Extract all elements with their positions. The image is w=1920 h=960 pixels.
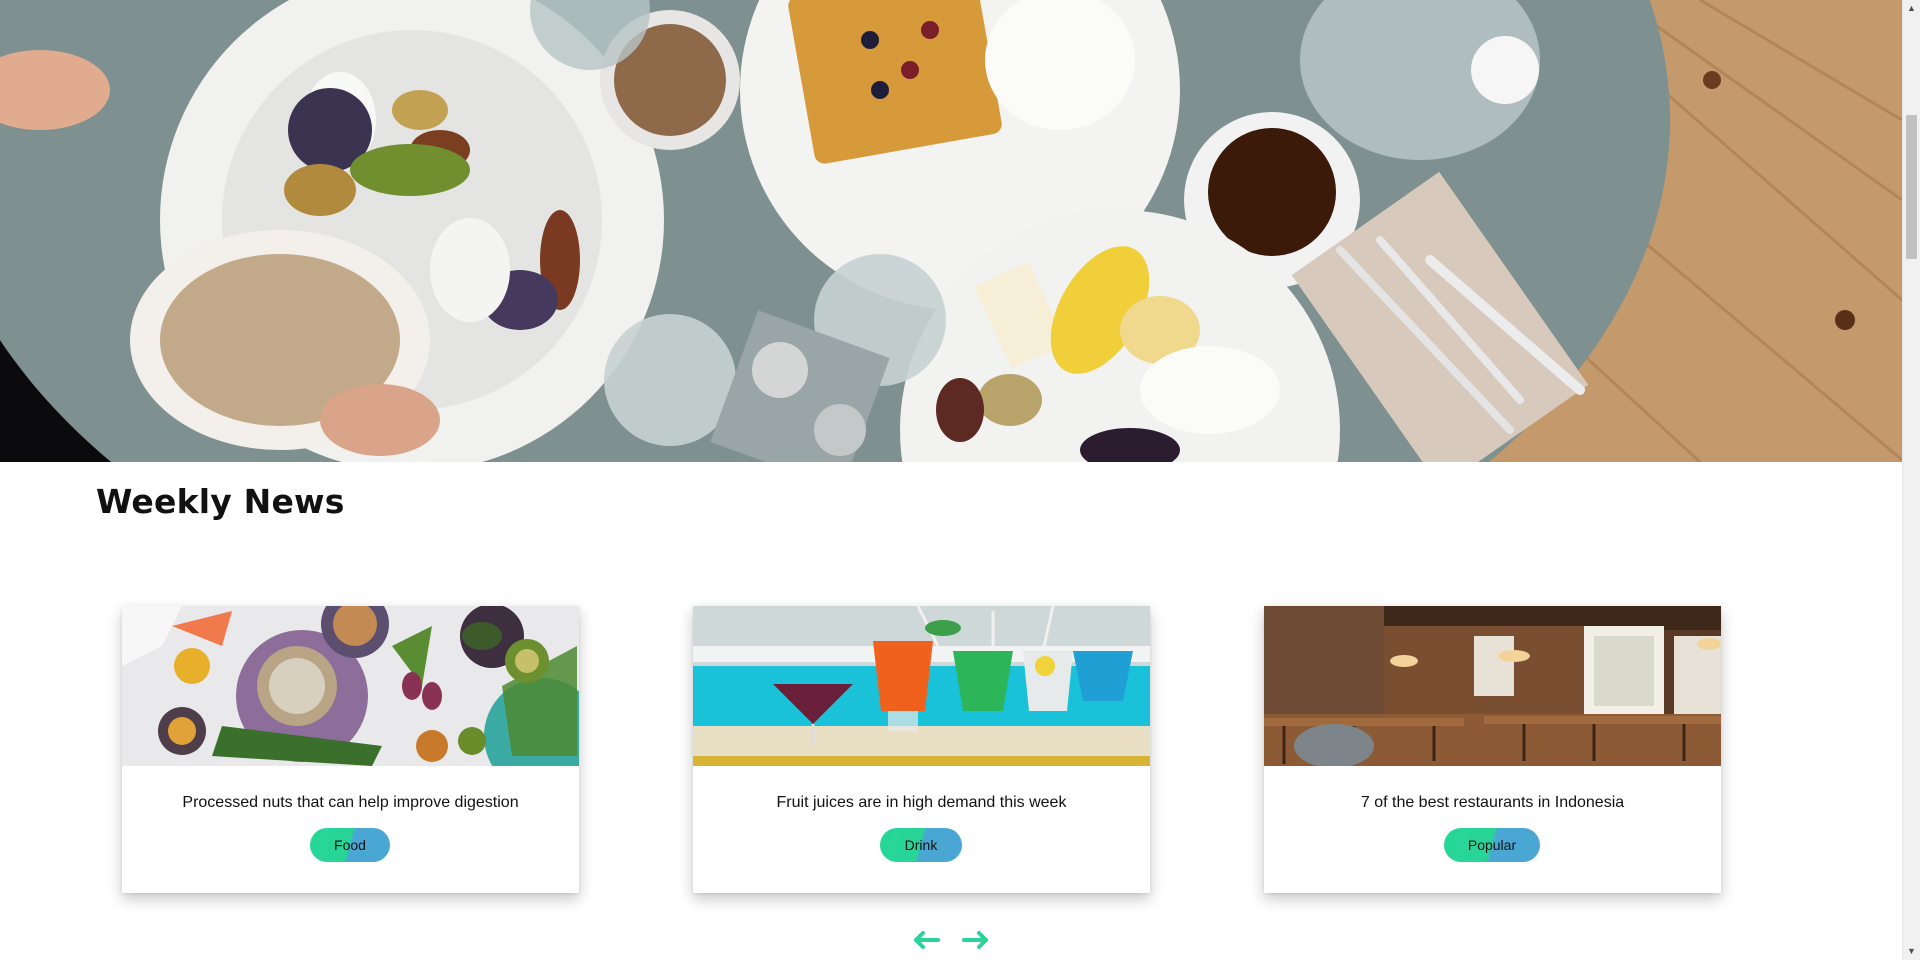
news-card[interactable]: Processed nuts that can help improve dig… — [122, 606, 579, 893]
news-card[interactable]: Fruit juices are in high demand this wee… — [693, 606, 1150, 893]
news-card[interactable]: 7 of the best restaurants in Indonesia P… — [1264, 606, 1721, 893]
hero-image — [0, 0, 1902, 462]
scroll-down-icon[interactable]: ▼ — [1903, 943, 1920, 960]
next-button[interactable] — [960, 928, 990, 952]
section-title: Weekly News — [96, 482, 345, 521]
tag-popular[interactable]: Popular — [1444, 828, 1540, 862]
card-image-drink[interactable] — [693, 606, 1150, 766]
scroll-thumb[interactable] — [1906, 115, 1917, 259]
page-viewport: Weekly News Processed nuts that can help… — [0, 0, 1902, 960]
arrow-right-icon[interactable] — [960, 928, 990, 952]
card-title[interactable]: Processed nuts that can help improve dig… — [122, 794, 579, 812]
card-image-restaurant[interactable] — [1264, 606, 1721, 766]
tag-food[interactable]: Food — [310, 828, 390, 862]
card-title[interactable]: 7 of the best restaurants in Indonesia — [1264, 794, 1721, 812]
tag-drink[interactable]: Drink — [880, 828, 962, 862]
carousel-controls — [912, 928, 1022, 952]
scroll-up-icon[interactable]: ▲ — [1903, 0, 1920, 17]
prev-button[interactable] — [912, 928, 942, 952]
card-title[interactable]: Fruit juices are in high demand this wee… — [693, 794, 1150, 812]
arrow-left-icon[interactable] — [912, 928, 942, 952]
card-image-food[interactable] — [122, 606, 579, 766]
vertical-scrollbar[interactable]: ▲ ▼ — [1902, 0, 1920, 960]
